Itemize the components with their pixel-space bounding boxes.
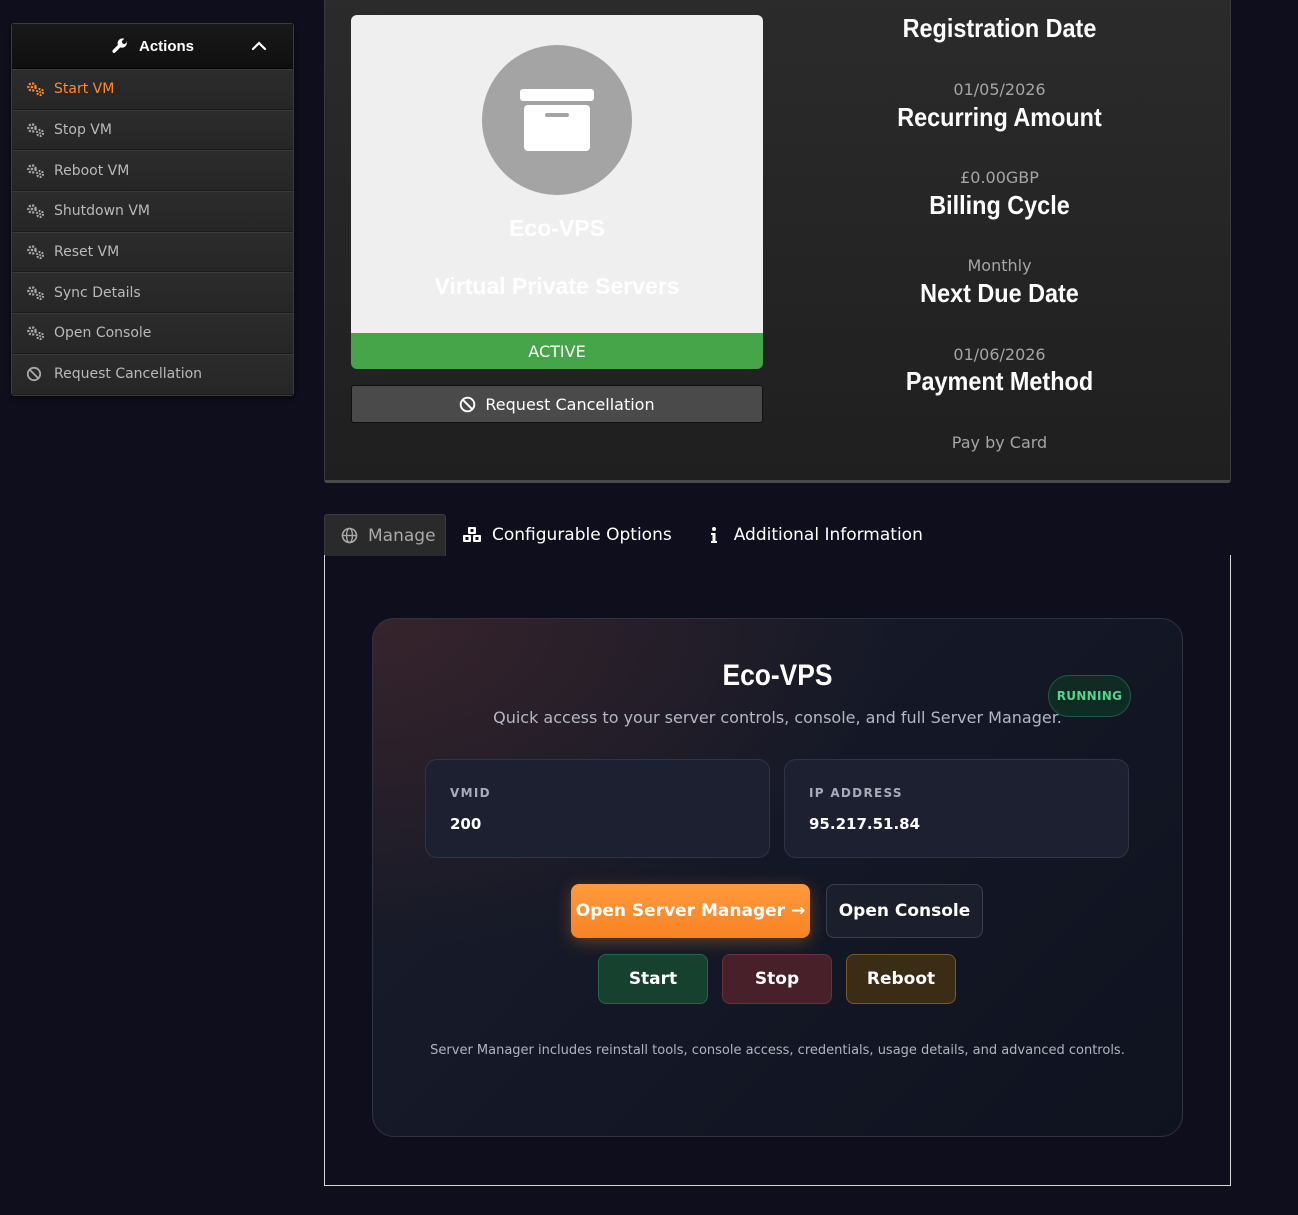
ip-address-value: 95.217.51.84	[809, 815, 921, 833]
recurring-amount-value: £0.00GBP	[960, 168, 1039, 187]
actions-header[interactable]: Actions	[12, 24, 293, 69]
registration-date-value: 01/05/2026	[953, 80, 1046, 99]
sidebar-item-stop-vm[interactable]: Stop VM	[12, 109, 293, 151]
reboot-button[interactable]: Reboot	[846, 954, 956, 1004]
actions-panel: Actions Start VM Stop VM Reboot VM Shutd…	[11, 23, 294, 396]
tab-manage[interactable]: Manage	[324, 514, 446, 556]
sidebar-item-shutdown-vm[interactable]: Shutdown VM	[12, 191, 293, 232]
info-icon	[704, 526, 724, 544]
sidebar-item-label: Reboot VM	[54, 162, 130, 179]
ban-icon	[460, 396, 476, 412]
request-cancellation-button[interactable]: Request Cancellation	[351, 385, 763, 423]
ip-address-label: IP ADDRESS	[809, 786, 903, 800]
vmid-box: VMID 200	[425, 759, 770, 858]
product-icon-circle	[482, 45, 632, 195]
product-group: Virtual Private Servers	[434, 273, 680, 299]
next-due-date-value: 01/06/2026	[953, 345, 1046, 364]
tab-bar: Manage Configurable Options Additional I…	[324, 514, 939, 556]
ban-icon	[26, 366, 46, 382]
billing-cycle-value: Monthly	[967, 256, 1032, 275]
sidebar-item-request-cancellation[interactable]: Request Cancellation	[12, 353, 293, 395]
chevron-up-icon[interactable]	[251, 38, 267, 54]
sidebar-item-label: Open Console	[54, 325, 152, 342]
server-manager-note: Server Manager includes reinstall tools,…	[430, 1043, 1125, 1058]
sidebar-item-label: Sync Details	[54, 284, 141, 301]
sidebar-item-label: Shutdown VM	[54, 203, 151, 220]
globe-icon	[341, 527, 358, 545]
sidebar-item-label: Stop VM	[54, 122, 112, 139]
tab-additional-information[interactable]: Additional Information	[688, 514, 939, 556]
product-details-panel: Eco-VPS Virtual Private Servers ACTIVE R…	[324, 0, 1231, 483]
product-card: Eco-VPS Virtual Private Servers	[351, 15, 763, 333]
start-button[interactable]: Start	[598, 954, 708, 1004]
sidebar-item-start-vm[interactable]: Start VM	[12, 69, 293, 110]
gears-icon	[26, 325, 46, 341]
tab-label: Additional Information	[733, 525, 923, 545]
archive-box-icon	[520, 89, 594, 151]
recurring-amount-label: Recurring Amount	[897, 102, 1102, 132]
gears-icon	[26, 81, 46, 97]
open-console-button[interactable]: Open Console	[826, 884, 983, 938]
wrench-icon	[112, 38, 128, 53]
request-cancellation-label: Request Cancellation	[485, 394, 655, 414]
product-name: Eco-VPS	[509, 215, 605, 241]
registration-date-label: Registration Date	[902, 13, 1097, 43]
running-status-badge: RUNNING	[1048, 675, 1131, 717]
sidebar-item-label: Request Cancellation	[54, 366, 203, 383]
sidebar-item-label: Reset VM	[54, 244, 120, 261]
open-server-manager-button[interactable]: Open Server Manager →	[571, 884, 810, 938]
sidebar-item-label: Start VM	[54, 81, 115, 98]
payment-method-label: Payment Method	[905, 366, 1094, 396]
ip-address-box: IP ADDRESS 95.217.51.84	[784, 759, 1129, 858]
sidebar-item-sync-details[interactable]: Sync Details	[12, 272, 293, 314]
tab-label: Configurable Options	[492, 525, 672, 545]
stop-button[interactable]: Stop	[722, 954, 832, 1004]
billing-cycle-label: Billing Cycle	[929, 190, 1070, 220]
gears-icon	[26, 203, 46, 219]
sidebar-item-reset-vm[interactable]: Reset VM	[12, 231, 293, 273]
next-due-date-label: Next Due Date	[920, 278, 1079, 308]
gears-icon	[26, 163, 46, 179]
sidebar-item-open-console[interactable]: Open Console	[12, 313, 293, 354]
vmid-value: 200	[450, 815, 482, 833]
vmid-label: VMID	[450, 786, 491, 800]
gears-icon	[26, 122, 46, 138]
status-badge: ACTIVE	[351, 333, 763, 369]
actions-title: Actions	[138, 37, 194, 55]
payment-method-value: Pay by Card	[951, 433, 1048, 452]
tab-label: Manage	[368, 525, 436, 546]
gears-icon	[26, 244, 46, 260]
server-title: Eco-VPS	[722, 659, 833, 692]
cubes-icon	[462, 526, 482, 544]
sidebar-item-reboot-vm[interactable]: Reboot VM	[12, 150, 293, 192]
server-manage-card: Eco-VPS Quick access to your server cont…	[372, 618, 1183, 1137]
tab-configurable-options[interactable]: Configurable Options	[446, 514, 688, 556]
gears-icon	[26, 285, 46, 301]
